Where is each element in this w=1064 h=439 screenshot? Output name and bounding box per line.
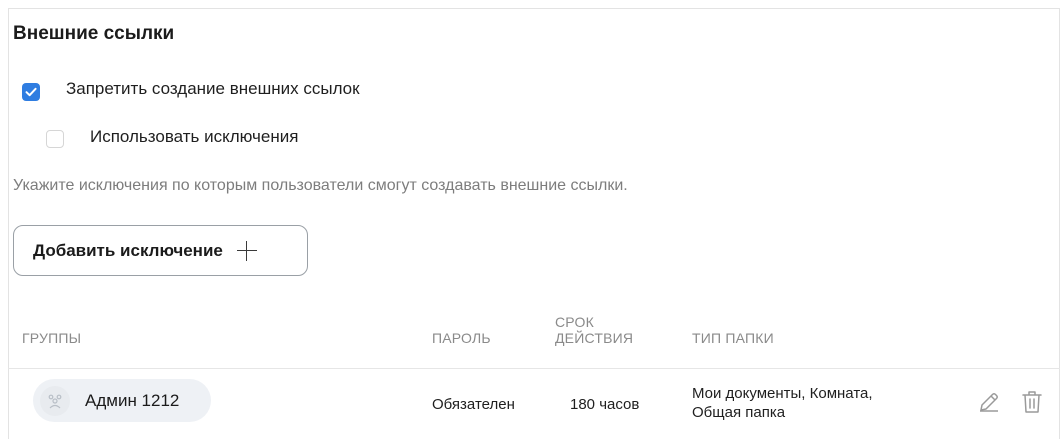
group-avatar-icon — [40, 385, 70, 416]
trash-icon[interactable] — [1020, 389, 1044, 420]
row-folder-type-line1: Мои документы, Комната, — [692, 385, 873, 402]
forbid-external-links-checkbox[interactable] — [22, 83, 40, 101]
row-folder-type-line2: Общая папка — [692, 404, 786, 421]
group-name: Админ 1212 — [85, 390, 180, 410]
check-icon — [25, 87, 37, 97]
exceptions-hint: Укажите исключения по которым пользовате… — [13, 177, 628, 194]
row-folder-type: Мои документы, Комната, Общая папка — [692, 384, 873, 422]
column-header-duration-line2: ДЕЙСТВИЯ — [555, 330, 634, 346]
edit-icon[interactable] — [977, 390, 1001, 419]
column-header-password: ПАРОЛЬ — [432, 330, 491, 346]
table-divider — [8, 368, 1060, 369]
column-header-groups: ГРУППЫ — [22, 330, 82, 346]
section-title: Внешние ссылки — [13, 23, 175, 44]
column-header-folder-type: ТИП ПАПКИ — [692, 330, 774, 346]
column-header-duration-line1: СРОК — [555, 314, 594, 330]
use-exceptions-label[interactable]: Использовать исключения — [90, 127, 298, 147]
external-links-panel — [8, 8, 1060, 439]
forbid-external-links-label[interactable]: Запретить создание внешних ссылок — [66, 79, 360, 99]
row-password: Обязателен — [432, 396, 515, 413]
row-duration: 180 часов — [570, 396, 640, 413]
group-chip[interactable]: Админ 1212 — [33, 379, 211, 422]
use-exceptions-checkbox[interactable] — [46, 130, 64, 148]
plus-icon — [236, 240, 257, 261]
column-header-duration: СРОК ДЕЙСТВИЯ — [555, 314, 633, 346]
add-exception-button[interactable]: Добавить исключение — [13, 225, 308, 276]
add-exception-label: Добавить исключение — [33, 240, 223, 260]
